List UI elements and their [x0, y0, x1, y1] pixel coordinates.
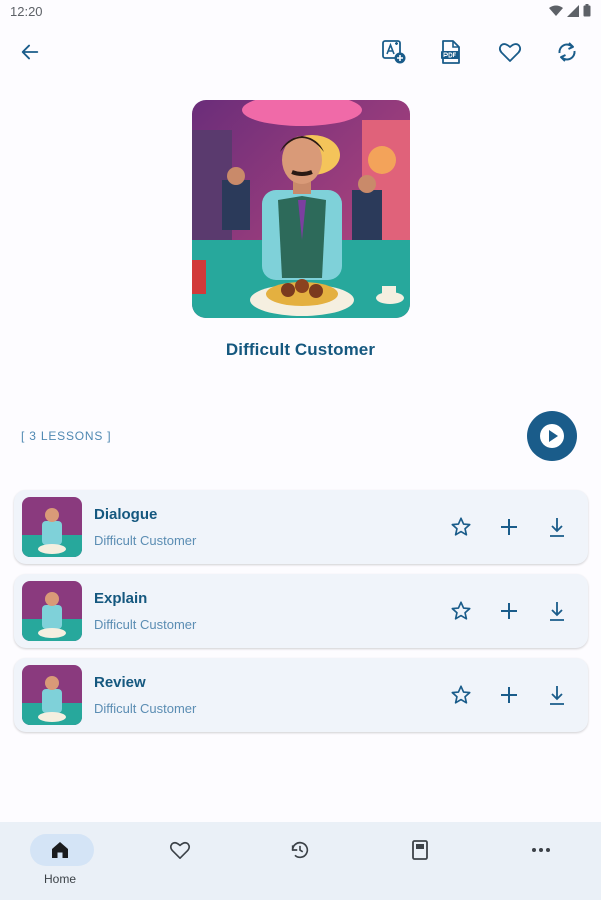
- download-icon: [550, 602, 564, 621]
- star-icon: [451, 517, 471, 536]
- add-translation-button[interactable]: [374, 32, 414, 72]
- nav-more[interactable]: [481, 822, 601, 900]
- plus-icon: [501, 687, 517, 703]
- add-text-icon: [382, 40, 406, 64]
- favorite-button[interactable]: [490, 32, 530, 72]
- heart-icon: [498, 43, 522, 62]
- lesson-subtitle: Difficult Customer: [94, 533, 197, 548]
- more-icon: [532, 848, 550, 852]
- download-lesson-button[interactable]: [537, 591, 577, 631]
- lesson-title: Review: [94, 674, 146, 691]
- nav-favorites[interactable]: [120, 822, 240, 900]
- history-icon: [291, 841, 309, 859]
- add-lesson-button[interactable]: [489, 507, 529, 547]
- status-icons: [549, 4, 591, 17]
- plus-icon: [501, 519, 517, 535]
- back-button[interactable]: [10, 32, 50, 72]
- lesson-thumbnail: [22, 581, 82, 641]
- lesson-card-dialogue[interactable]: Dialogue Difficult Customer: [14, 490, 588, 564]
- arrow-back-icon: [21, 44, 39, 60]
- plus-icon: [501, 603, 517, 619]
- favorite-lesson-button[interactable]: [441, 675, 481, 715]
- nav-home[interactable]: Home: [0, 822, 120, 900]
- lesson-thumbnail: [22, 665, 82, 725]
- lesson-title: Dialogue: [94, 506, 158, 523]
- home-icon: [52, 842, 68, 858]
- star-icon: [451, 601, 471, 620]
- sync-icon: [558, 42, 576, 62]
- add-lesson-button[interactable]: [489, 675, 529, 715]
- pdf-document-icon: [441, 40, 460, 64]
- nav-home-label: Home: [43, 872, 76, 886]
- battery-icon: [583, 4, 591, 17]
- lesson-subtitle: Difficult Customer: [94, 617, 197, 632]
- play-all-button[interactable]: [527, 411, 577, 461]
- favorite-lesson-button[interactable]: [441, 507, 481, 547]
- download-icon: [550, 686, 564, 705]
- lesson-card-review[interactable]: Review Difficult Customer: [14, 658, 588, 732]
- bottom-navigation: Home: [0, 822, 601, 900]
- download-icon: [550, 518, 564, 537]
- status-time: 12:20: [10, 4, 43, 19]
- status-bar: 12:20: [0, 0, 601, 24]
- refresh-button[interactable]: [547, 32, 587, 72]
- star-icon: [451, 685, 471, 704]
- add-lesson-button[interactable]: [489, 591, 529, 631]
- lessons-count: [ 3 LESSONS ]: [21, 429, 112, 443]
- nav-library[interactable]: [360, 822, 480, 900]
- course-title: Difficult Customer: [225, 340, 376, 359]
- nav-history[interactable]: [240, 822, 360, 900]
- download-lesson-button[interactable]: [537, 507, 577, 547]
- top-app-bar: [0, 28, 601, 76]
- book-icon: [412, 840, 428, 860]
- lesson-title: Explain: [94, 590, 148, 607]
- download-lesson-button[interactable]: [537, 675, 577, 715]
- course-cover-image: [192, 100, 410, 318]
- lesson-thumbnail: [22, 497, 82, 557]
- play-icon: [540, 424, 564, 448]
- heart-icon: [169, 841, 191, 859]
- signal-icon: [567, 4, 579, 17]
- lesson-subtitle: Difficult Customer: [94, 701, 197, 716]
- favorite-lesson-button[interactable]: [441, 591, 481, 631]
- wifi-icon: [549, 5, 563, 16]
- pdf-button[interactable]: [431, 32, 471, 72]
- lesson-card-explain[interactable]: Explain Difficult Customer: [14, 574, 588, 648]
